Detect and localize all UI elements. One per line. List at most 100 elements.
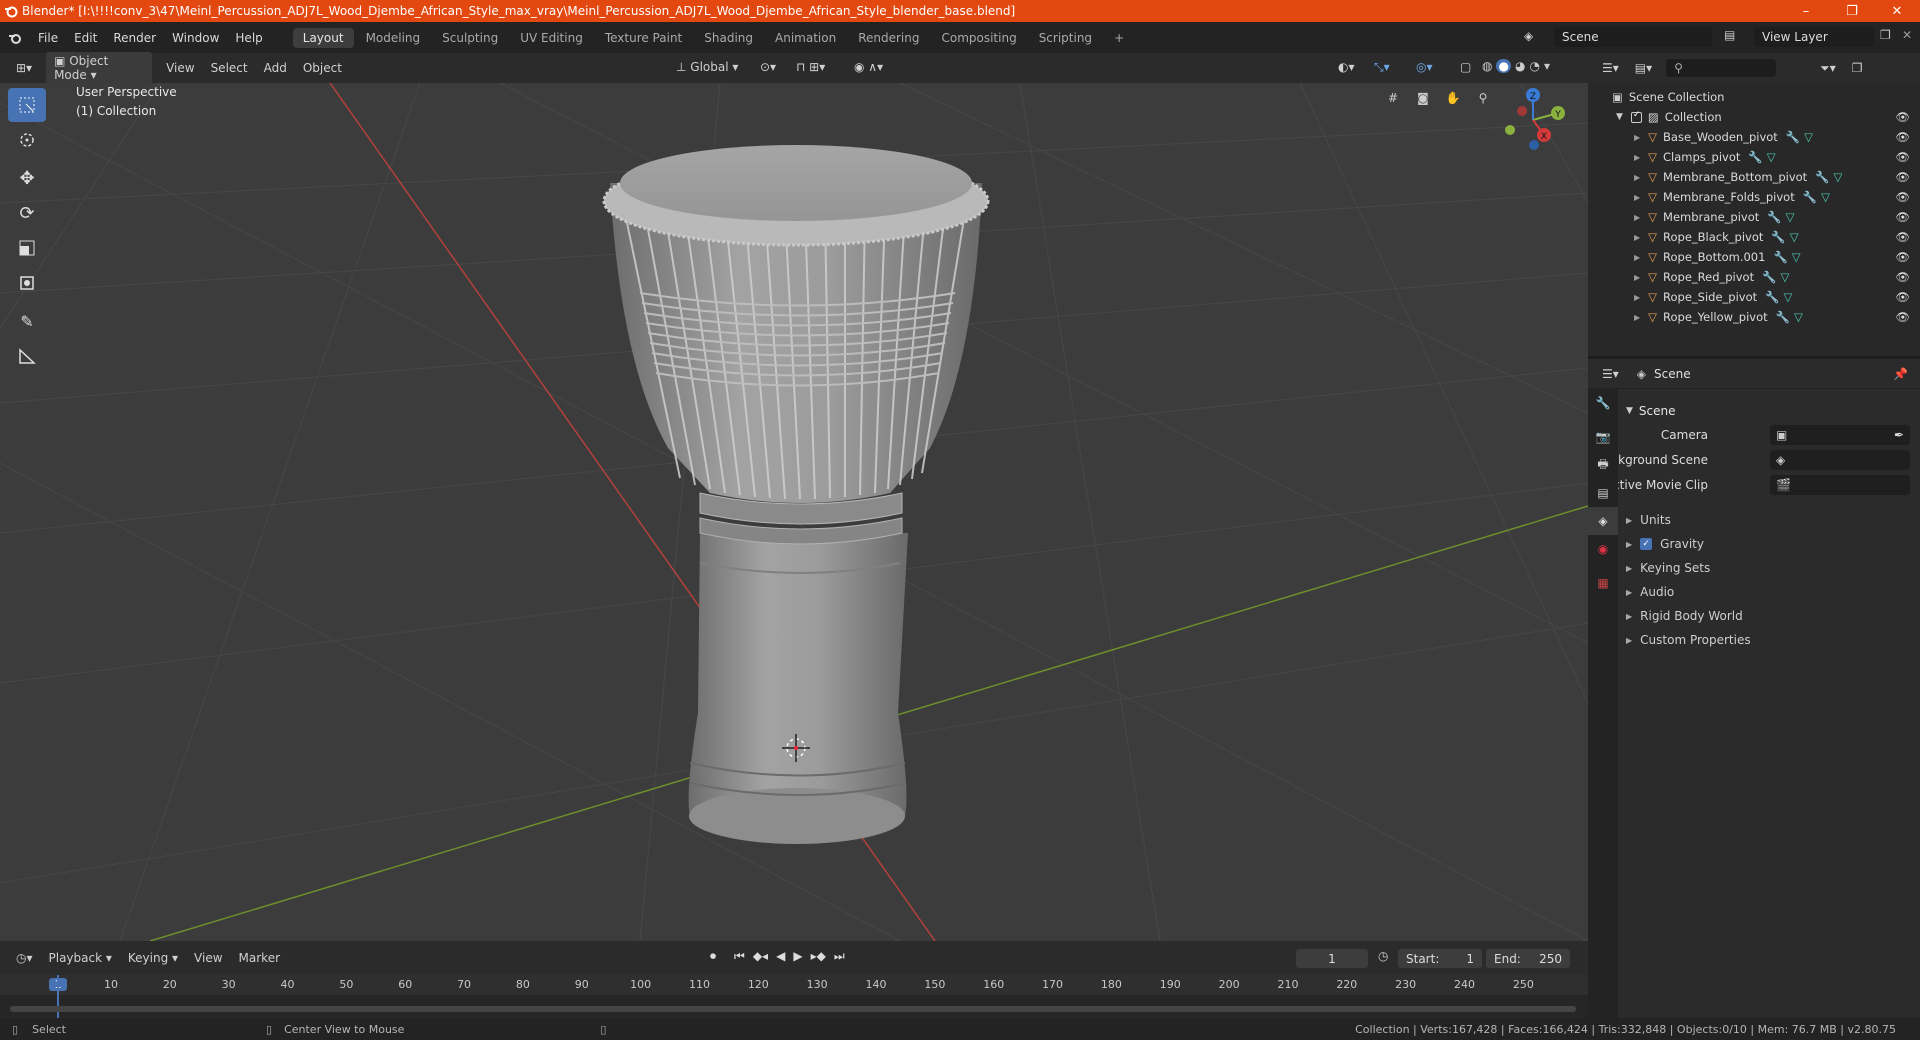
- tab-sculpting[interactable]: Sculpting: [432, 28, 508, 48]
- tab-modeling[interactable]: Modeling: [356, 28, 431, 48]
- scene-icon[interactable]: ◈: [1524, 29, 1533, 43]
- overlay-toggle-icon[interactable]: ◎▾: [1408, 58, 1441, 76]
- expand-chevron-icon[interactable]: ▶: [1634, 173, 1640, 182]
- new-viewlayer-icon[interactable]: ❐: [1880, 28, 1891, 42]
- current-frame-field[interactable]: 1: [1296, 949, 1368, 968]
- pivot-icon[interactable]: ⊙▾: [752, 58, 784, 76]
- expand-chevron-icon[interactable]: ▶: [1634, 193, 1640, 202]
- property-section[interactable]: ▶ Units: [1626, 509, 1916, 531]
- solid-shading-icon[interactable]: ●: [1496, 59, 1511, 73]
- prev-keyframe-icon[interactable]: ◆◂: [753, 949, 768, 964]
- properties-editor-type-icon[interactable]: ☰▾: [1594, 365, 1627, 383]
- rendered-shading-icon[interactable]: ◔: [1529, 59, 1539, 73]
- new-collection-icon[interactable]: ❐: [1844, 59, 1871, 77]
- 3d-viewport[interactable]: User Perspective (1) Collection # ◙ ✋ ⚲ …: [0, 83, 1588, 941]
- measure-tool-icon[interactable]: [8, 339, 46, 373]
- menu-file[interactable]: File: [30, 31, 66, 45]
- add-workspace-button[interactable]: +: [1104, 28, 1134, 48]
- eyedropper-icon[interactable]: ✒: [1894, 428, 1904, 442]
- expand-chevron-icon[interactable]: ▶: [1634, 153, 1640, 162]
- camera-field[interactable]: ▣ ✒: [1770, 425, 1910, 445]
- tab-layout[interactable]: Layout: [292, 27, 354, 48]
- outliner-item[interactable]: ▶ ▽ Rope_Yellow_pivot 🔧 ▽ 👁: [1588, 307, 1920, 327]
- rotate-tool-icon[interactable]: ⟳: [8, 196, 46, 230]
- tab-uv-editing[interactable]: UV Editing: [510, 28, 593, 48]
- filter-icon[interactable]: ⏷▾: [1812, 59, 1844, 78]
- editor-type-icon[interactable]: ⊞▾: [8, 59, 40, 77]
- visibility-eye-icon[interactable]: 👁: [1895, 310, 1910, 324]
- close-button[interactable]: ✕: [1874, 0, 1920, 22]
- menu-add[interactable]: Add: [256, 59, 295, 77]
- outliner-item[interactable]: ▶ ▽ Membrane_Folds_pivot 🔧 ▽ 👁: [1588, 187, 1920, 207]
- camera-view-icon[interactable]: ◙: [1410, 85, 1436, 111]
- active-movie-clip-field[interactable]: 🎬: [1770, 475, 1910, 495]
- scale-tool-icon[interactable]: [8, 231, 46, 265]
- background-scene-field[interactable]: ◈: [1770, 450, 1910, 470]
- expand-chevron-icon[interactable]: ▶: [1634, 233, 1640, 242]
- menu-select[interactable]: Select: [203, 59, 256, 77]
- outliner-item[interactable]: ▶ ▽ Rope_Red_pivot 🔧 ▽ 👁: [1588, 267, 1920, 287]
- output-tab-icon[interactable]: 🖶: [1588, 451, 1618, 479]
- menu-help[interactable]: Help: [227, 31, 270, 45]
- grid-view-icon[interactable]: #: [1380, 85, 1406, 111]
- outliner-item[interactable]: ▶ ▽ Membrane_pivot 🔧 ▽ 👁: [1588, 207, 1920, 227]
- tab-compositing[interactable]: Compositing: [931, 28, 1026, 48]
- outliner-item[interactable]: ▶ ▽ Base_Wooden_pivot 🔧 ▽ 👁: [1588, 127, 1920, 147]
- start-frame-field[interactable]: Start: 1: [1398, 949, 1482, 968]
- collection-checkbox[interactable]: ✓: [1630, 110, 1642, 123]
- view-layer-tab-icon[interactable]: ▤: [1588, 479, 1618, 507]
- expand-chevron-icon[interactable]: ▶: [1634, 313, 1640, 322]
- expand-chevron-icon[interactable]: ▶: [1634, 293, 1640, 302]
- visibility-eye-icon[interactable]: 👁: [1895, 290, 1910, 304]
- maximize-button[interactable]: ❐: [1829, 0, 1875, 22]
- visibility-icon[interactable]: ◐▾: [1330, 58, 1363, 76]
- property-section[interactable]: ▶ Rigid Body World: [1626, 605, 1916, 627]
- preview-range-icon[interactable]: ◷: [1378, 949, 1388, 963]
- gravity-checkbox[interactable]: ✓: [1640, 538, 1653, 550]
- next-keyframe-icon[interactable]: ▸◆: [811, 949, 826, 964]
- mode-dropdown[interactable]: ▣ Object Mode ▾: [46, 52, 153, 84]
- menu-view[interactable]: View: [158, 59, 202, 77]
- menu-window[interactable]: Window: [164, 31, 227, 45]
- visibility-eye-icon[interactable]: 👁: [1895, 110, 1910, 124]
- remove-viewlayer-icon[interactable]: ✕: [1902, 28, 1912, 42]
- jump-start-icon[interactable]: ⏮: [734, 949, 745, 964]
- timeline-area[interactable]: 1102030405060708090100110120130140150160…: [0, 975, 1588, 1018]
- render-tab-icon[interactable]: 📷: [1588, 423, 1618, 451]
- frame-ruler[interactable]: 1102030405060708090100110120130140150160…: [0, 975, 1588, 995]
- collection-row[interactable]: ▼ ✓ ▨ Collection 👁: [1588, 107, 1920, 127]
- scene-collection-row[interactable]: ▣ Scene Collection: [1588, 87, 1920, 107]
- visibility-eye-icon[interactable]: 👁: [1895, 130, 1910, 144]
- tab-rendering[interactable]: Rendering: [848, 28, 929, 48]
- transform-orientation-dropdown[interactable]: ⊥ Global ▾: [668, 58, 746, 76]
- property-section[interactable]: ▶ Keying Sets: [1626, 557, 1916, 579]
- visibility-eye-icon[interactable]: 👁: [1895, 230, 1910, 244]
- move-tool-icon[interactable]: ✥: [8, 161, 46, 195]
- timeline-editor-type-icon[interactable]: ◷▾: [8, 949, 41, 967]
- select-box-tool-icon[interactable]: [8, 88, 46, 122]
- timeline-scrollbar[interactable]: [10, 1006, 1576, 1012]
- outliner-editor-type-icon[interactable]: ☰▾: [1594, 59, 1627, 77]
- scene-panel-header[interactable]: ▼ Scene: [1626, 400, 1916, 422]
- outliner-item[interactable]: ▶ ▽ Clamps_pivot 🔧 ▽ 👁: [1588, 147, 1920, 167]
- viewlayer-icon[interactable]: ▤: [1724, 28, 1735, 42]
- pin-icon[interactable]: 📌: [1893, 367, 1908, 381]
- blender-menu-icon[interactable]: [0, 31, 30, 45]
- visibility-eye-icon[interactable]: 👁: [1895, 250, 1910, 264]
- navigation-gizmo[interactable]: Z Y X: [1488, 83, 1570, 161]
- menu-timeline-view[interactable]: View: [186, 949, 230, 967]
- property-section[interactable]: ▶ Audio: [1626, 581, 1916, 603]
- cursor-tool-icon[interactable]: [8, 123, 46, 157]
- outliner-search-input[interactable]: ⚲: [1666, 59, 1777, 77]
- property-section[interactable]: ▶ Custom Properties: [1626, 629, 1916, 651]
- xray-icon[interactable]: ▢: [1452, 58, 1479, 76]
- scene-tab-icon[interactable]: ◈: [1588, 507, 1618, 535]
- menu-render[interactable]: Render: [105, 31, 164, 45]
- outliner-item[interactable]: ▶ ▽ Rope_Bottom.001 🔧 ▽ 👁: [1588, 247, 1920, 267]
- expand-chevron-icon[interactable]: ▶: [1634, 253, 1640, 262]
- menu-keying[interactable]: Keying ▾: [120, 949, 186, 967]
- visibility-eye-icon[interactable]: 👁: [1895, 270, 1910, 284]
- visibility-eye-icon[interactable]: 👁: [1895, 210, 1910, 224]
- menu-playback[interactable]: Playback ▾: [41, 949, 120, 967]
- proportional-edit-icon[interactable]: ◉ ∧▾: [846, 58, 891, 76]
